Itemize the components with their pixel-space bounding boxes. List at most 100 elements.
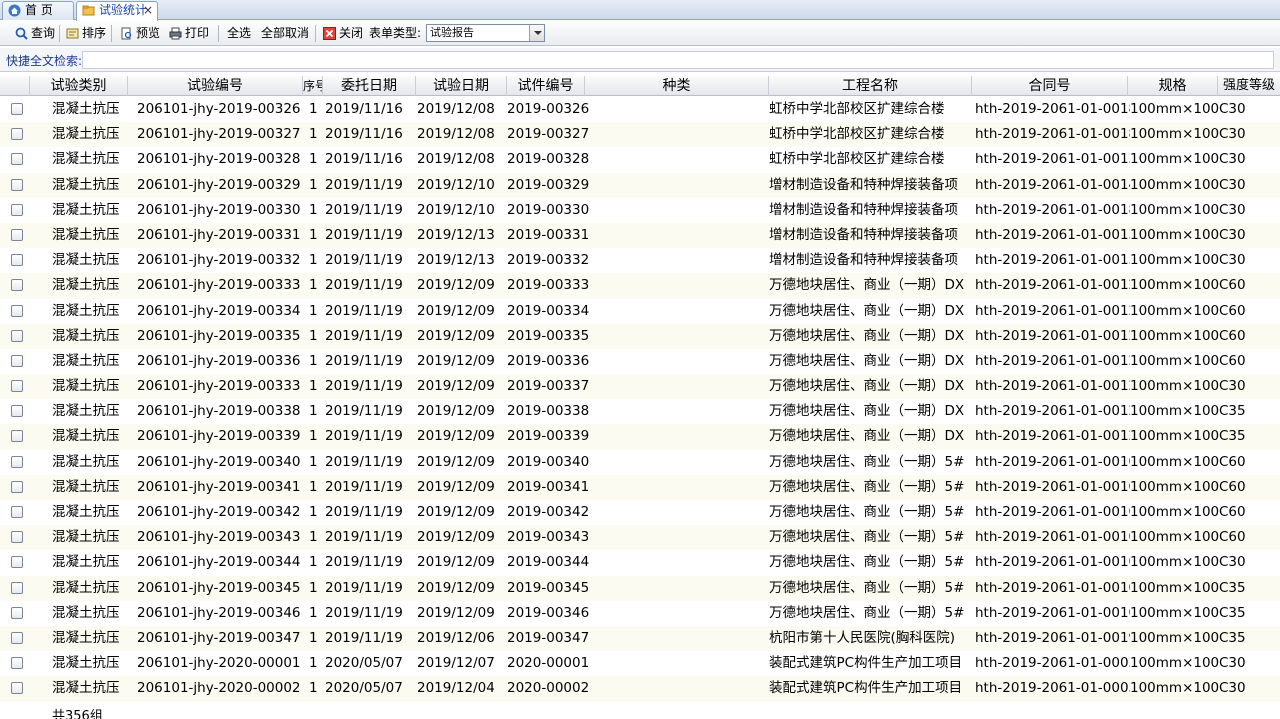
table-row[interactable]: 混凝土抗压 206101-jhy-2019-00330 1 2019/11/19… (0, 197, 1280, 223)
cell-test-date: 2019/12/09 (417, 378, 495, 395)
table-row[interactable]: 混凝土抗压 206101-jhy-2020-00002 1 2020/05/07… (0, 676, 1280, 702)
row-checkbox[interactable] (11, 153, 23, 166)
cell-specification: 100mm×100mm (1130, 352, 1219, 369)
table-row[interactable]: 混凝土抗压 206101-jhy-2019-00338 1 2019/11/19… (0, 399, 1280, 425)
sort-button[interactable]: 排序 (65, 24, 106, 43)
print-button[interactable]: 打印 (168, 24, 209, 43)
search-input[interactable] (82, 51, 1274, 69)
row-checkbox[interactable] (11, 480, 23, 493)
row-checkbox[interactable] (11, 682, 23, 695)
cell-commission-date: 2019/11/19 (325, 554, 403, 571)
close-button[interactable]: 关闭 (322, 24, 363, 43)
row-checkbox[interactable] (11, 329, 23, 342)
table-row[interactable]: 混凝土抗压 206101-jhy-2019-00333 1 2019/11/19… (0, 374, 1280, 400)
table-row[interactable]: 混凝土抗压 206101-jhy-2019-00335 1 2019/11/19… (0, 323, 1280, 349)
header-test-category[interactable]: 试验类别 (30, 76, 128, 96)
row-checkbox[interactable] (11, 178, 23, 191)
table-row[interactable]: 混凝土抗压 206101-jhy-2019-00346 1 2019/11/19… (0, 600, 1280, 626)
row-checkbox[interactable] (11, 354, 23, 367)
header-strength-grade[interactable]: 强度等级 (1218, 76, 1280, 96)
row-checkbox[interactable] (11, 631, 23, 644)
table-row[interactable]: 混凝土抗压 206101-jhy-2019-00329 1 2019/11/19… (0, 172, 1280, 198)
table-row[interactable]: 混凝土抗压 206101-jhy-2019-00333 1 2019/11/19… (0, 273, 1280, 299)
select-all-button[interactable]: 全选 (227, 24, 251, 43)
header-test-number[interactable]: 试验编号 (128, 76, 303, 96)
cell-project-name: 万德地块居住、商业（一期）5# (769, 504, 965, 520)
row-checkbox[interactable] (11, 606, 23, 619)
header-specification[interactable]: 规格 (1128, 76, 1218, 96)
table-row[interactable]: 混凝土抗压 206101-jhy-2019-00327 1 2019/11/16… (0, 122, 1280, 148)
tab-home[interactable]: 首 页 (2, 1, 74, 20)
row-checkbox[interactable] (11, 228, 23, 241)
cell-test-category: 混凝土抗压 (52, 655, 120, 672)
cell-strength-grade: C30 (1219, 176, 1246, 193)
cell-specimen-number: 2019-00347 (507, 629, 590, 646)
cell-strength-grade: C35 (1219, 428, 1246, 445)
row-checkbox[interactable] (11, 128, 23, 141)
table-row[interactable]: 混凝土抗压 206101-jhy-2019-00339 1 2019/11/19… (0, 424, 1280, 450)
preview-button[interactable]: 预览 (119, 24, 160, 43)
cell-contract-number: hth-2019-2061-01-0018 (975, 201, 1130, 218)
row-checkbox[interactable] (11, 506, 23, 518)
chevron-down-icon[interactable] (529, 25, 544, 41)
cell-test-date: 2019/12/08 (417, 126, 495, 143)
table-row[interactable]: 混凝土抗压 206101-jhy-2019-00342 1 2019/11/19… (0, 500, 1280, 526)
header-test-date[interactable]: 试验日期 (416, 76, 507, 96)
form-type-select[interactable]: 试验报告 (426, 24, 545, 42)
row-checkbox[interactable] (11, 304, 23, 317)
row-checkbox[interactable] (11, 430, 23, 443)
header-commission-date[interactable]: 委托日期 (323, 76, 416, 96)
table-row[interactable]: 混凝土抗压 206101-jhy-2020-00001 1 2020/05/07… (0, 651, 1280, 677)
cell-test-number: 206101-jhy-2019-00328 (137, 151, 301, 168)
row-checkbox[interactable] (11, 405, 23, 418)
cell-sequence: 1 (309, 101, 318, 117)
row-checkbox[interactable] (11, 203, 23, 216)
row-checkbox[interactable] (11, 279, 23, 292)
cell-test-number: 206101-jhy-2019-00334 (137, 302, 301, 319)
table-row[interactable]: 混凝土抗压 206101-jhy-2019-00344 1 2019/11/19… (0, 550, 1280, 576)
row-checkbox[interactable] (11, 556, 23, 569)
table-row[interactable]: 混凝土抗压 206101-jhy-2019-00340 1 2019/11/19… (0, 449, 1280, 475)
table-row[interactable]: 混凝土抗压 206101-jhy-2019-00341 1 2019/11/19… (0, 474, 1280, 500)
table-row[interactable]: 混凝土抗压 206101-jhy-2019-00334 1 2019/11/19… (0, 298, 1280, 324)
table-row[interactable]: 混凝土抗压 206101-jhy-2019-00347 1 2019/11/19… (0, 625, 1280, 652)
tab-test-statistics[interactable]: 试验统计 × (76, 1, 158, 21)
table-row[interactable]: 混凝土抗压 206101-jhy-2019-00331 1 2019/11/19… (0, 222, 1280, 249)
header-contract-number[interactable]: 合同号 (972, 76, 1128, 96)
cell-test-category: 混凝土抗压 (52, 604, 120, 621)
cell-contract-number: hth-2019-2061-01-0003 (975, 655, 1130, 672)
table-row[interactable]: 混凝土抗压 206101-jhy-2019-00343 1 2019/11/19… (0, 525, 1280, 551)
deselect-all-button[interactable]: 全部取消 (261, 24, 309, 43)
table-row[interactable]: 混凝土抗压 206101-jhy-2019-00345 1 2019/11/19… (0, 575, 1280, 601)
cell-commission-date: 2019/11/19 (325, 529, 403, 546)
cell-strength-grade: C35 (1219, 629, 1246, 646)
row-checkbox[interactable] (11, 380, 23, 393)
close-icon[interactable]: × (143, 2, 153, 19)
grid-header: 试验类别 试验编号 序号 委托日期 试验日期 试件编号 种类 工程名称 合同号 … (0, 76, 1280, 96)
header-sequence[interactable]: 序号 (303, 76, 323, 96)
cell-sequence: 1 (309, 352, 318, 369)
table-row[interactable]: 混凝土抗压 206101-jhy-2019-00332 1 2019/11/19… (0, 248, 1280, 274)
cell-test-number: 206101-jhy-2019-00327 (137, 126, 301, 143)
row-checkbox[interactable] (11, 657, 23, 670)
cell-commission-date: 2019/11/19 (325, 453, 403, 470)
table-row[interactable]: 混凝土抗压 206101-jhy-2019-00336 1 2019/11/19… (0, 348, 1280, 375)
cell-project-name: 万德地块居住、商业（一期）DX (769, 302, 965, 319)
table-row[interactable]: 混凝土抗压 206101-jhy-2019-00326 1 2019/11/16… (0, 97, 1280, 123)
cell-contract-number: hth-2019-2061-01-0015 (975, 252, 1130, 269)
row-checkbox[interactable] (11, 103, 23, 115)
cell-sequence: 1 (309, 126, 318, 143)
row-checkbox[interactable] (11, 531, 23, 544)
header-project-name[interactable]: 工程名称 (769, 76, 972, 96)
cell-strength-grade: C60 (1219, 504, 1246, 520)
table-row[interactable]: 混凝土抗压 206101-jhy-2019-00328 1 2019/11/16… (0, 147, 1280, 173)
row-checkbox[interactable] (11, 254, 23, 267)
query-button[interactable]: 查询 (14, 24, 55, 43)
row-checkbox[interactable] (11, 581, 23, 594)
cell-specimen-number: 2019-00329 (507, 176, 590, 193)
cell-specification: 100mm×100mm (1130, 655, 1219, 672)
row-checkbox[interactable] (11, 455, 23, 468)
header-kind[interactable]: 种类 (585, 76, 769, 96)
header-specimen-number[interactable]: 试件编号 (507, 76, 585, 96)
cell-test-category: 混凝土抗压 (52, 554, 120, 571)
